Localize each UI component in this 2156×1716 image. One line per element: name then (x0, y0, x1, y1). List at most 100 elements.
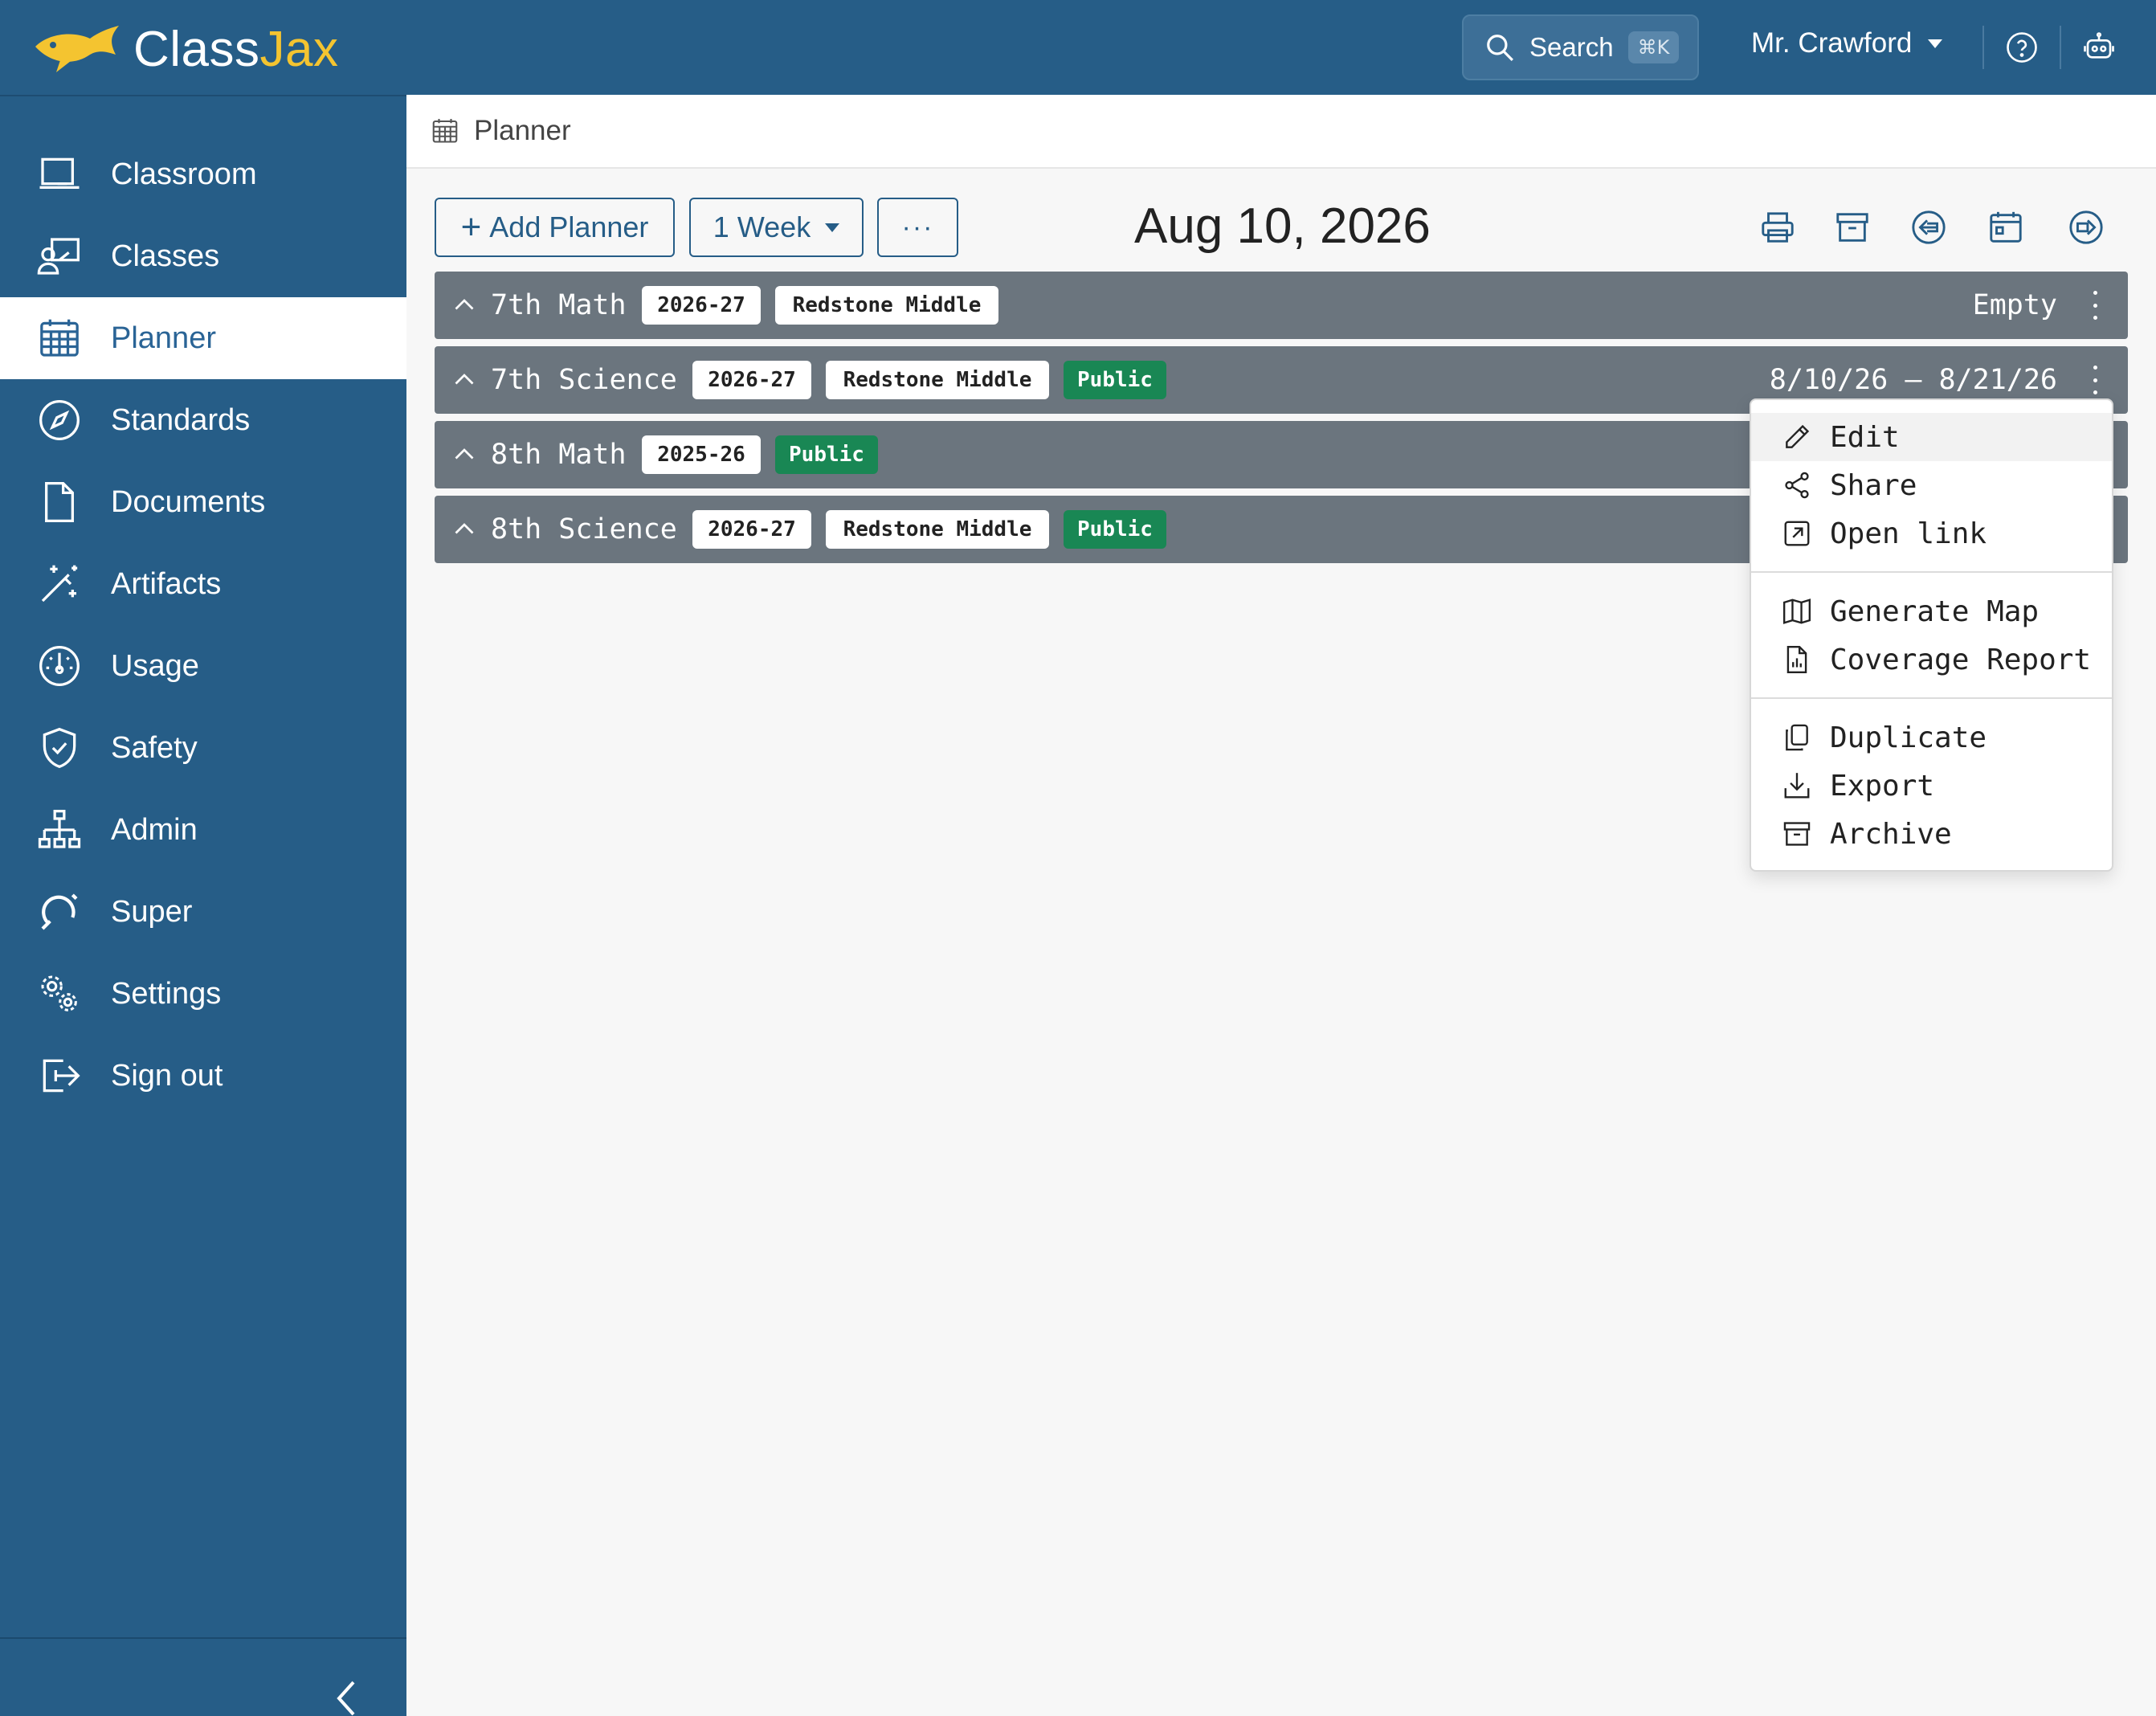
range-select-label: 1 Week (713, 210, 811, 243)
map-icon (1782, 599, 1811, 624)
user-name: Mr. Crawford (1751, 27, 1913, 59)
plus-icon: + (460, 207, 482, 247)
menu-divider (1751, 571, 2112, 573)
sidebar-item-sign-out[interactable]: Sign out (0, 1035, 406, 1117)
robot-icon[interactable] (2082, 31, 2116, 64)
chevron-up-icon[interactable] (452, 293, 476, 317)
user-menu[interactable]: Mr. Crawford (1751, 27, 1943, 59)
sidebar-item-settings[interactable]: Settings (0, 953, 406, 1035)
search-icon (1487, 35, 1513, 61)
gears-icon (35, 970, 84, 1018)
sidebar-item-classes[interactable]: Classes (0, 215, 406, 297)
chevron-down-icon (825, 223, 840, 232)
school-badge: Redstone Middle (775, 286, 998, 325)
menu-item-label: Share (1830, 468, 1917, 502)
sidebar-divider (0, 1637, 406, 1639)
sidebar-item-classroom[interactable]: Classroom (0, 133, 406, 215)
more-options-button[interactable]: ··· (877, 198, 958, 257)
sidebar-item-planner[interactable]: Planner (0, 297, 406, 379)
calendar-icon (432, 119, 458, 143)
planner-title: 7th Math (491, 289, 627, 321)
menu-item-archive[interactable]: Archive (1751, 810, 2112, 858)
add-planner-button[interactable]: + Add Planner (435, 198, 675, 257)
sidebar-item-super[interactable]: Super (0, 871, 406, 953)
year-badge: 2026-27 (692, 361, 811, 399)
menu-item-open-link[interactable]: Open link (1751, 509, 2112, 558)
school-badge: Redstone Middle (826, 510, 1049, 549)
search-shortcut-badge: ⌘K (1627, 31, 1680, 63)
menu-item-label: Export (1830, 769, 1935, 803)
sidebar-item-label: Classroom (111, 157, 257, 191)
archive-icon[interactable] (1834, 209, 1871, 246)
menu-item-generate-map[interactable]: Generate Map (1751, 587, 2112, 635)
menu-item-duplicate[interactable]: Duplicate (1751, 713, 2112, 762)
add-planner-label: Add Planner (489, 210, 649, 243)
chevron-up-icon[interactable] (452, 443, 476, 467)
sidebar-item-standards[interactable]: Standards (0, 379, 406, 461)
classroom-icon (35, 150, 84, 198)
planner-title: 8th Science (491, 513, 677, 545)
chevron-left-icon[interactable] (331, 1676, 363, 1716)
search-label: Search (1529, 32, 1614, 62)
current-date-title: Aug 10, 2026 (1134, 198, 1431, 254)
menu-item-share[interactable]: Share (1751, 461, 2112, 509)
sidebar: Classroom Classes Planner Standards Docu… (0, 95, 406, 1716)
year-badge: 2026-27 (642, 286, 761, 325)
pencil-icon (1786, 424, 1810, 448)
chevron-up-icon[interactable] (452, 517, 476, 541)
kebab-menu-icon[interactable] (2089, 291, 2101, 320)
document-icon (35, 478, 84, 526)
report-icon (1786, 645, 1807, 674)
school-badge: Redstone Middle (826, 361, 1049, 399)
super-icon (35, 888, 84, 936)
org-chart-icon (35, 806, 84, 854)
menu-item-edit[interactable]: Edit (1751, 413, 2112, 461)
shield-icon (35, 724, 84, 772)
sidebar-item-label: Documents (111, 484, 266, 519)
breadcrumb-label: Planner (474, 115, 571, 146)
public-badge: Public (1064, 361, 1166, 399)
calendar-today-icon[interactable] (1987, 209, 2024, 246)
year-badge: 2025-26 (642, 435, 761, 474)
sidebar-item-artifacts[interactable]: Artifacts (0, 543, 406, 625)
chevron-up-icon[interactable] (452, 368, 476, 392)
menu-item-export[interactable]: Export (1751, 762, 2112, 810)
sidebar-item-label: Safety (111, 730, 198, 765)
app-logo-text: ClassJax (133, 22, 339, 77)
top-navbar: ClassJax Search ⌘K Mr. Crawford (0, 0, 2156, 95)
sidebar-item-label: Settings (111, 976, 222, 1011)
planner-status: Empty (1972, 289, 2057, 321)
duplicate-icon (1786, 724, 1808, 751)
next-arrow-icon[interactable] (2068, 209, 2105, 246)
magic-wand-icon (35, 560, 84, 608)
app-logo[interactable]: ClassJax (32, 21, 339, 78)
sidebar-item-safety[interactable]: Safety (0, 707, 406, 789)
external-link-icon (1784, 521, 1810, 546)
divider (1982, 26, 1984, 69)
speedometer-icon (35, 642, 84, 690)
planner-date-range: 8/10/26 – 8/21/26 (1769, 364, 2057, 396)
logo-fish-icon (35, 25, 119, 72)
sidebar-item-documents[interactable]: Documents (0, 461, 406, 543)
help-icon[interactable] (2005, 31, 2039, 64)
compass-icon (35, 396, 84, 444)
sidebar-item-label: Usage (111, 648, 199, 683)
sidebar-item-label: Planner (111, 321, 216, 355)
sidebar-item-label: Artifacts (111, 566, 222, 601)
print-icon[interactable] (1759, 209, 1796, 246)
search-button[interactable]: Search ⌘K (1462, 14, 1699, 80)
menu-item-label: Generate Map (1830, 594, 2040, 628)
sidebar-item-label: Admin (111, 812, 198, 847)
prev-arrow-icon[interactable] (1910, 209, 1947, 246)
planner-row-7th-math[interactable]: 7th Math 2026-27 Redstone Middle Empty (435, 272, 2128, 339)
calendar-icon (35, 314, 84, 362)
menu-item-coverage-report[interactable]: Coverage Report (1751, 635, 2112, 684)
sidebar-item-usage[interactable]: Usage (0, 625, 406, 707)
sign-out-icon (35, 1052, 84, 1100)
kebab-menu-icon[interactable] (2089, 366, 2101, 394)
menu-item-label: Coverage Report (1830, 643, 2092, 676)
breadcrumb: Planner (406, 95, 2156, 169)
menu-item-label: Archive (1830, 817, 1952, 851)
sidebar-item-admin[interactable]: Admin (0, 789, 406, 871)
range-select-button[interactable]: 1 Week (689, 198, 864, 257)
